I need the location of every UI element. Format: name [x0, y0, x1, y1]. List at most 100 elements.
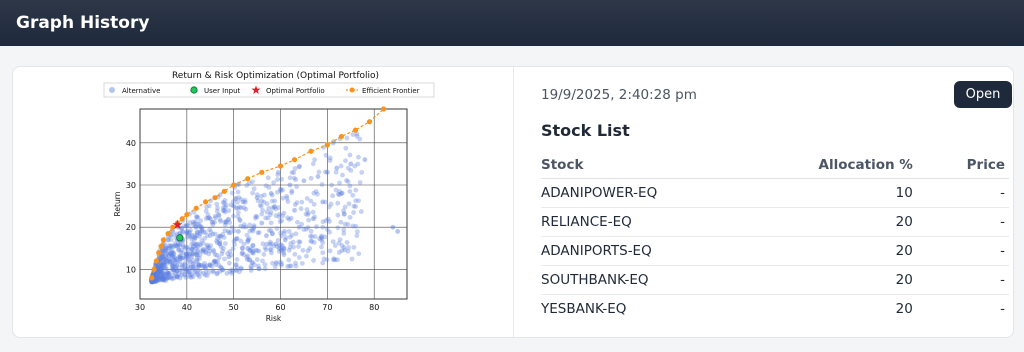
alternative-point [299, 199, 305, 205]
alternative-point [202, 235, 208, 241]
column-header-price: Price [912, 151, 1009, 179]
alternative-point [321, 256, 327, 262]
table-row: ADANIPORTS-EQ 20 - [541, 236, 1009, 266]
alternative-point [310, 209, 316, 215]
alternative-point [288, 241, 294, 246]
alternative-point [234, 257, 240, 262]
alternative-point [244, 232, 250, 238]
alternative-point [163, 253, 169, 259]
alternative-point [344, 135, 350, 141]
x-tick-label: 40 [182, 303, 192, 312]
alternative-point [320, 240, 326, 245]
graph-history-card: Return & Risk Optimization (Optimal Port… [12, 66, 1014, 338]
y-tick-label: 10 [126, 265, 136, 274]
alternative-point [189, 254, 194, 260]
alternative-point [275, 177, 280, 182]
alternative-point [262, 266, 268, 272]
stock-name: ADANIPORTS-EQ [541, 236, 789, 266]
alternative-point [278, 262, 284, 268]
efficient-frontier-point [338, 133, 345, 140]
stock-name: RELIANCE-EQ [541, 207, 789, 237]
alternative-point [293, 260, 298, 266]
alternative-point [287, 234, 293, 240]
alternative-point [296, 255, 302, 260]
alternative-point [207, 233, 213, 239]
stock-allocation: 20 [788, 207, 913, 237]
alternative-point [276, 214, 282, 220]
alternative-point [229, 271, 235, 276]
alternative-point [250, 242, 256, 248]
alternative-point [250, 179, 255, 185]
alternative-point [217, 241, 223, 247]
alternative-point [259, 220, 265, 226]
alternative-point [259, 211, 265, 217]
alternative-point [354, 229, 360, 235]
open-button[interactable]: Open [954, 81, 1012, 108]
alternative-point [268, 191, 274, 196]
chart-panel: Return & Risk Optimization (Optimal Port… [13, 67, 514, 337]
alternative-point [268, 220, 274, 226]
alternative-point [292, 207, 297, 213]
alternative-point [319, 182, 325, 187]
column-header-allocation: Allocation % [788, 151, 913, 179]
legend-marker-efficient-frontier [349, 87, 355, 93]
alternative-point [184, 267, 190, 272]
alternative-point [335, 200, 341, 206]
efficient-frontier-point [184, 211, 190, 218]
alternative-point [300, 247, 306, 253]
alternative-point [266, 185, 272, 190]
efficient-frontier-point [245, 176, 251, 182]
alternative-point [175, 259, 181, 264]
alternative-point [291, 170, 297, 175]
alternative-point [165, 271, 171, 277]
alternative-point [279, 176, 285, 182]
alternative-point [183, 274, 189, 280]
alternative-point [263, 215, 268, 221]
user-input-point [176, 234, 184, 242]
alternative-point [324, 169, 330, 175]
alternative-point [264, 233, 269, 239]
efficient-frontier-point [165, 230, 171, 237]
alternative-point [359, 170, 365, 175]
stock-price: - [912, 265, 1009, 295]
alternative-point [248, 265, 254, 271]
stock-table: Stock Allocation % Price ADANIPOWER-EQ 1… [541, 151, 1009, 323]
alternative-point [333, 169, 339, 175]
alternative-point [256, 248, 262, 254]
alternative-point [222, 222, 228, 228]
table-row: RELIANCE-EQ 20 - [541, 207, 1009, 237]
alternative-point [320, 199, 326, 205]
alternative-point [301, 178, 307, 184]
alternative-point [222, 241, 228, 246]
efficient-frontier-point [221, 188, 227, 194]
stock-table-header: Stock Allocation % Price [541, 151, 1009, 179]
alternative-point [236, 195, 242, 200]
alternative-point [295, 219, 300, 225]
alternative-point [286, 247, 292, 253]
alternative-point [240, 245, 246, 251]
alternative-point [177, 267, 183, 273]
alternative-point [250, 190, 256, 196]
optimal-portfolio-marker: ★ [172, 218, 184, 233]
alternative-point [226, 216, 232, 222]
alternative-point [235, 199, 240, 205]
alternative-point [261, 252, 267, 257]
alternative-point [343, 158, 348, 164]
alternative-point [338, 219, 344, 225]
alternative-point [339, 191, 344, 196]
alternative-point [327, 229, 332, 235]
alternative-point [336, 250, 342, 255]
x-axis-label: Risk [266, 314, 282, 323]
alternative-point [338, 163, 344, 169]
alternative-point [287, 175, 293, 181]
alternative-point [308, 233, 313, 239]
alternative-point [230, 213, 236, 219]
alternative-point [308, 175, 314, 181]
alternative-point [231, 238, 237, 244]
stock-list-title: Stock List [541, 121, 630, 140]
alternative-point [282, 228, 287, 234]
legend-label: Optimal Portfolio [266, 87, 325, 95]
alternative-point [194, 255, 200, 261]
chart-title: Return & Risk Optimization (Optimal Port… [172, 71, 379, 81]
alternative-point [337, 180, 342, 186]
